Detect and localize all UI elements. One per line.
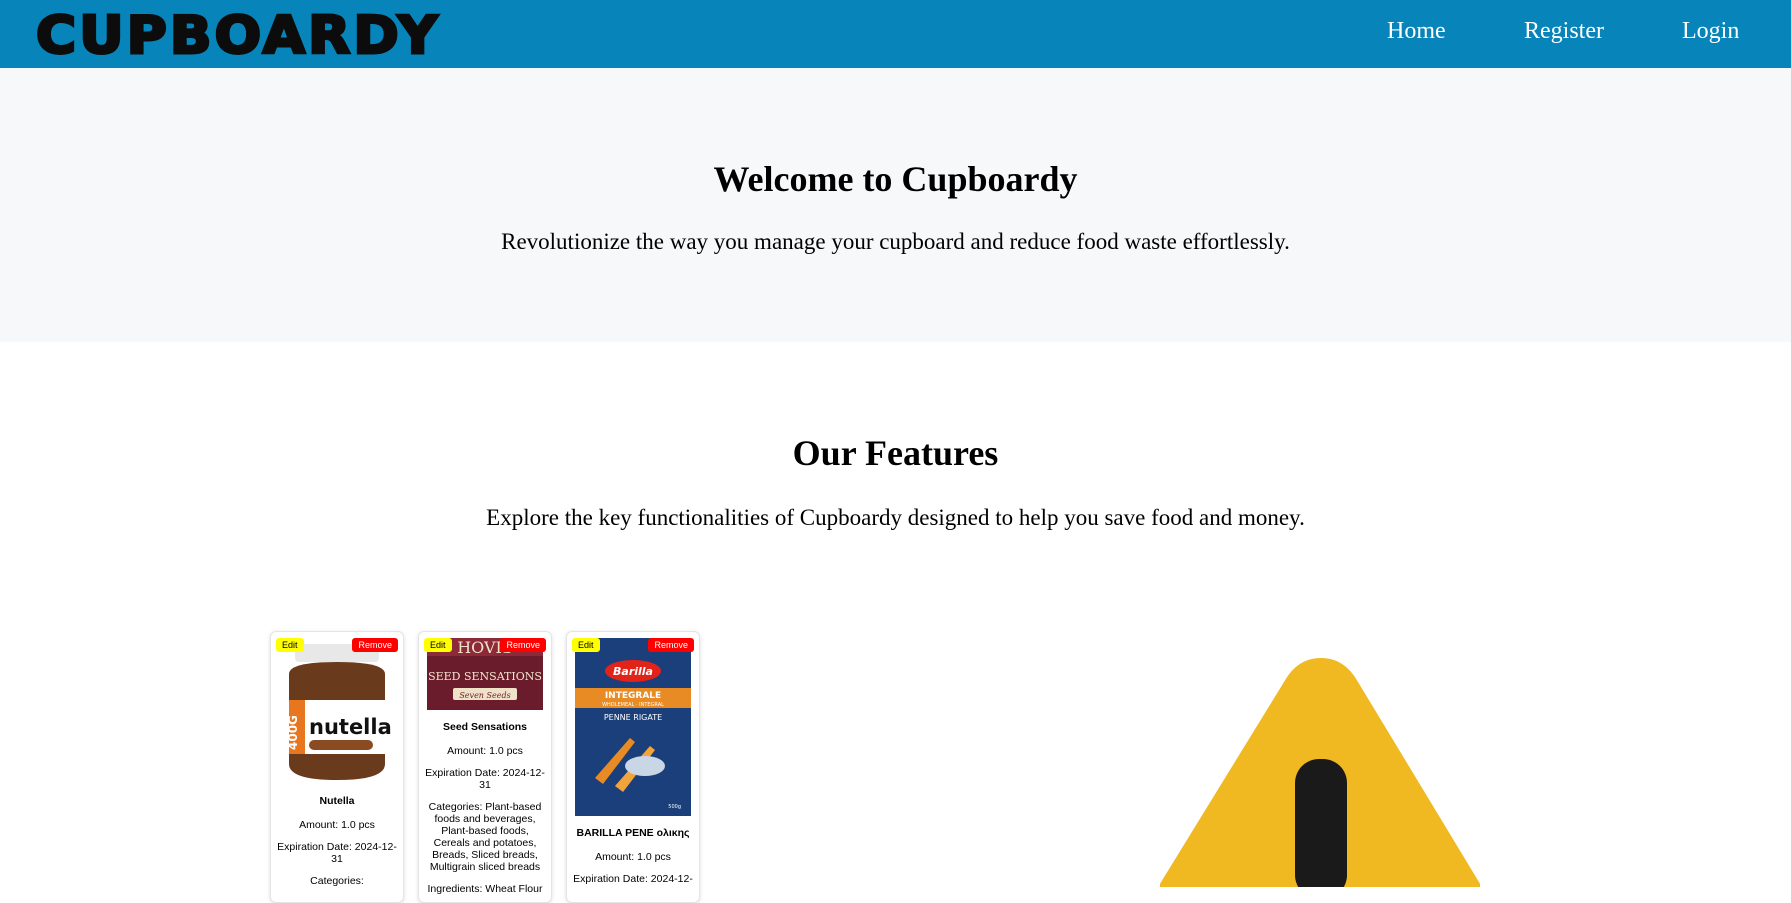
features-title: Our Features (792, 433, 999, 473)
image-text-line: INTEGRALE (605, 691, 661, 701)
product-amount: Amount: 1.0 pcs (447, 745, 523, 757)
product-card-barilla: Edit Remove Barilla INTEGRALE WHOLEMEAL … (566, 631, 700, 903)
hero-title: Welcome to Cupboardy (713, 159, 1078, 199)
image-text-weight: 500g (668, 804, 681, 810)
card-info: Seed Sensations Amount: 1.0 pcs Expirati… (423, 721, 547, 902)
product-expiration: Expiration Date: 2024-12-31 (425, 767, 545, 791)
edit-button[interactable]: Edit (572, 638, 600, 652)
image-text-weight: 400G (286, 715, 300, 750)
product-card-nutella: Edit Remove 400G nutella Nutella Amount:… (270, 631, 404, 903)
product-categories: Categories: Plant-based foods and bevera… (428, 801, 542, 873)
hero-section: Welcome to Cupboardy Revolutionize the w… (0, 68, 1791, 342)
product-name: BARILLA PENE ολικης (576, 827, 690, 839)
product-name: Nutella (319, 795, 355, 807)
remove-button[interactable]: Remove (352, 638, 398, 652)
nav-home-link[interactable]: Home (1387, 18, 1446, 45)
card-info: BARILLA PENE ολικης Amount: 1.0 pcs Expi… (571, 827, 695, 895)
product-card-seed-sensations: Edit Remove HOVIS SEED SENSATIONS Seven … (418, 631, 552, 903)
product-ingredients: Ingredients: Wheat Flour (427, 883, 543, 895)
product-amount: Amount: 1.0 pcs (595, 851, 671, 863)
remove-button[interactable]: Remove (500, 638, 546, 652)
image-text-brand: nutella (309, 715, 392, 739)
product-expiration: Expiration Date: 2024-12- (573, 873, 693, 885)
product-image: 400G nutella (279, 638, 395, 788)
logo[interactable]: CUPBOARDY (34, 5, 441, 68)
hero-subtitle: Revolutionize the way you manage your cu… (501, 229, 1290, 254)
image-text-subline: WHOLEMEAL · INTEGRAL (602, 702, 664, 708)
navbar: CUPBOARDY Home Register Login (0, 0, 1791, 68)
remove-button[interactable]: Remove (648, 638, 694, 652)
image-text-brand: Barilla (613, 665, 653, 678)
edit-button[interactable]: Edit (276, 638, 304, 652)
features-subtitle: Explore the key functionalities of Cupbo… (486, 505, 1305, 530)
card-info: Nutella Amount: 1.0 pcs Expiration Date:… (275, 795, 399, 897)
image-text-product: SEED SENSATIONS (428, 670, 542, 683)
product-amount: Amount: 1.0 pcs (299, 819, 375, 831)
nav-register-link[interactable]: Register (1524, 18, 1604, 45)
product-categories: Categories: (310, 875, 364, 887)
edit-button[interactable]: Edit (424, 638, 452, 652)
warning-icon (1160, 658, 1480, 887)
product-name: Seed Sensations (442, 721, 528, 733)
nav-login-link[interactable]: Login (1682, 18, 1739, 45)
product-image: Barilla INTEGRALE WHOLEMEAL · INTEGRAL P… (575, 638, 691, 816)
product-expiration: Expiration Date: 2024-12-31 (277, 841, 397, 865)
image-text-variant: Seven Seeds (459, 691, 510, 700)
image-text-product: PENNE RIGATE (604, 713, 662, 722)
